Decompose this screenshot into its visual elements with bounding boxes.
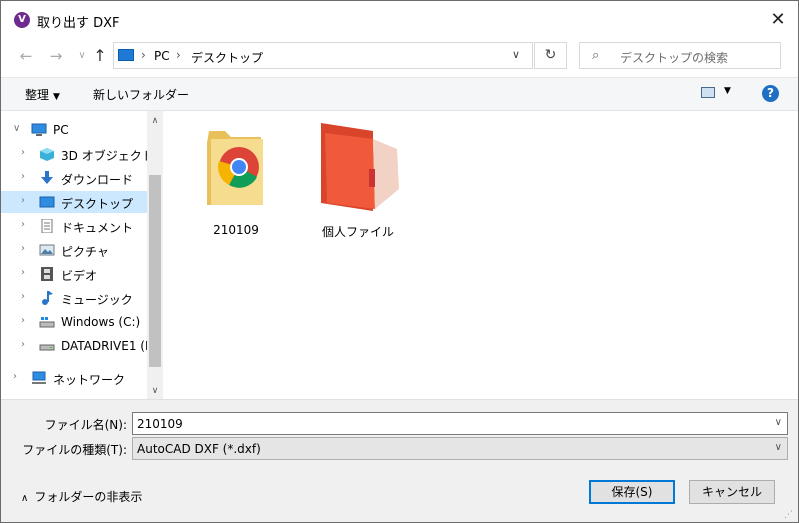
sidebar-item-pictures[interactable]: › ピクチャ — [1, 239, 147, 261]
sidebar-item-label: ピクチャ — [61, 245, 109, 259]
caret-up-icon: ∧ — [21, 493, 29, 504]
sidebar-item-label: ミュージック — [61, 293, 133, 307]
title-bar: V 取り出す DXF ✕ — [1, 1, 798, 39]
chrome-folder-icon — [207, 131, 263, 205]
address-bar[interactable]: › PC › デスクトップ ∨ — [113, 42, 533, 69]
chevron-down-icon[interactable]: ∨ — [13, 123, 20, 134]
sidebar-item-desktop[interactable]: › デスクトップ — [1, 191, 147, 213]
hide-folders-toggle[interactable]: ∧ フォルダーの非表示 — [21, 488, 142, 505]
view-options-caret-icon[interactable]: ▼ — [724, 86, 731, 96]
chevron-right-icon[interactable]: › — [21, 315, 25, 326]
chevron-right-icon[interactable]: › — [21, 219, 25, 230]
search-icon: ⌕ — [592, 48, 600, 63]
app-logo-icon: V — [14, 12, 30, 28]
documents-icon — [41, 219, 53, 233]
recent-locations-icon[interactable]: ∨ — [73, 47, 91, 65]
chevron-right-icon[interactable]: › — [21, 267, 25, 278]
download-icon — [41, 171, 53, 184]
filetype-label: ファイルの種類(T): — [22, 443, 127, 457]
resize-grip-icon[interactable]: ⋰ — [784, 510, 793, 520]
scroll-up-icon[interactable]: ∧ — [147, 113, 163, 129]
sidebar-item-documents[interactable]: › ドキュメント — [1, 215, 147, 237]
orange-folder-icon — [321, 123, 399, 211]
music-icon — [42, 291, 53, 305]
scrollbar-thumb[interactable] — [149, 175, 161, 367]
help-icon[interactable]: ? — [762, 85, 779, 102]
save-button[interactable]: 保存(S) — [589, 480, 675, 504]
dialog-title: 取り出す DXF — [37, 16, 120, 31]
video-icon — [41, 267, 53, 281]
desktop-icon — [39, 196, 55, 208]
filename-input[interactable]: 210109 ∨ — [132, 412, 788, 435]
new-folder-button[interactable]: 新しいフォルダー — [93, 86, 189, 103]
chevron-right-icon[interactable]: › — [21, 195, 25, 206]
sidebar-item-3d-objects[interactable]: › 3D オブジェクト — [1, 143, 147, 165]
organize-button[interactable]: 整理 ▼ — [25, 86, 60, 103]
sidebar-item-label: PC — [53, 123, 69, 137]
command-bar: 整理 ▼ 新しいフォルダー ▼ ? — [1, 77, 798, 111]
windows-drive-icon — [39, 317, 55, 328]
file-name: 210109 — [213, 223, 259, 237]
sidebar-item-label: DATADRIVE1 (D: — [61, 339, 147, 353]
file-list: 210109 個人ファイル — [164, 111, 798, 399]
filename-value: 210109 — [137, 417, 183, 431]
sidebar-item-label: ドキュメント — [61, 221, 134, 235]
search-input[interactable]: ⌕ デスクトップの検索 — [579, 42, 781, 69]
sidebar-item-label: ネットワーク — [53, 373, 126, 387]
sidebar-item-drive-c[interactable]: › Windows (C:) — [1, 311, 147, 333]
chevron-right-icon[interactable]: › — [21, 147, 25, 158]
sidebar-item-label: Windows (C:) — [61, 315, 141, 329]
chevron-right-icon[interactable]: › — [21, 339, 25, 350]
chevron-right-icon[interactable]: › — [21, 243, 25, 254]
sidebar-item-drive-d[interactable]: › DATADRIVE1 (D: — [1, 335, 147, 357]
sidebar-scrollbar[interactable]: ∧ ∨ — [147, 111, 163, 399]
search-placeholder: デスクトップの検索 — [620, 51, 729, 65]
drive-icon — [39, 344, 55, 351]
back-arrow-icon[interactable]: ← — [17, 47, 35, 65]
computer-icon — [118, 49, 134, 61]
sidebar-item-label: ダウンロード — [61, 173, 134, 187]
chevron-right-icon[interactable]: › — [13, 371, 17, 382]
computer-icon — [31, 123, 47, 136]
3d-objects-icon — [40, 148, 54, 161]
chevron-down-icon[interactable]: ∨ — [775, 442, 782, 453]
view-mode-icon[interactable] — [701, 87, 715, 98]
sidebar-item-pc[interactable]: ∨ PC — [1, 119, 147, 141]
forward-arrow-icon[interactable]: → — [47, 47, 65, 65]
pictures-icon — [39, 244, 55, 256]
save-dialog: V 取り出す DXF ✕ ← → ∨ ↑ › PC › デスクトップ ∨ ↻ ⌕… — [0, 0, 799, 523]
sidebar-item-network[interactable]: › ネットワーク — [1, 367, 147, 389]
dialog-footer: ファイル名(N): 210109 ∨ ファイルの種類(T): AutoCAD D… — [1, 399, 798, 522]
refresh-icon[interactable]: ↻ — [534, 42, 567, 69]
cancel-button[interactable]: キャンセル — [689, 480, 775, 504]
up-arrow-icon[interactable]: ↑ — [91, 47, 109, 65]
scroll-down-icon[interactable]: ∨ — [147, 383, 163, 399]
network-icon — [32, 371, 46, 384]
chevron-down-icon[interactable]: ∨ — [512, 48, 520, 61]
filetype-value: AutoCAD DXF (*.dxf) — [137, 442, 261, 456]
sidebar-item-label: 3D オブジェクト — [61, 149, 147, 163]
breadcrumb-pc[interactable]: PC — [154, 49, 170, 63]
navigation-pane: ∨ PC › 3D オブジェクト › ダウンロード › デスクトップ › ドキュ… — [1, 111, 147, 399]
close-icon[interactable]: ✕ — [767, 9, 789, 31]
navigation-bar: ← → ∨ ↑ › PC › デスクトップ ∨ ↻ ⌕ デスクトップの検索 — [1, 39, 798, 75]
chevron-down-icon[interactable]: ∨ — [775, 417, 782, 428]
chevron-right-icon[interactable]: › — [21, 291, 25, 302]
caret-down-icon: ▼ — [53, 92, 60, 102]
file-name: 個人ファイル — [321, 225, 394, 239]
sidebar-item-label: デスクトップ — [61, 197, 134, 211]
chevron-right-icon[interactable]: › — [21, 171, 25, 182]
filename-label: ファイル名(N): — [44, 418, 127, 432]
file-item-personal-files[interactable]: 個人ファイル — [308, 119, 408, 239]
sidebar-item-label: ビデオ — [61, 269, 98, 283]
breadcrumb-desktop[interactable]: デスクトップ — [191, 49, 263, 66]
sidebar-item-downloads[interactable]: › ダウンロード — [1, 167, 147, 189]
filetype-select[interactable]: AutoCAD DXF (*.dxf) ∨ — [132, 437, 788, 460]
sidebar-item-music[interactable]: › ミュージック — [1, 287, 147, 309]
sidebar-item-videos[interactable]: › ビデオ — [1, 263, 147, 285]
file-item-210109[interactable]: 210109 — [186, 119, 286, 237]
